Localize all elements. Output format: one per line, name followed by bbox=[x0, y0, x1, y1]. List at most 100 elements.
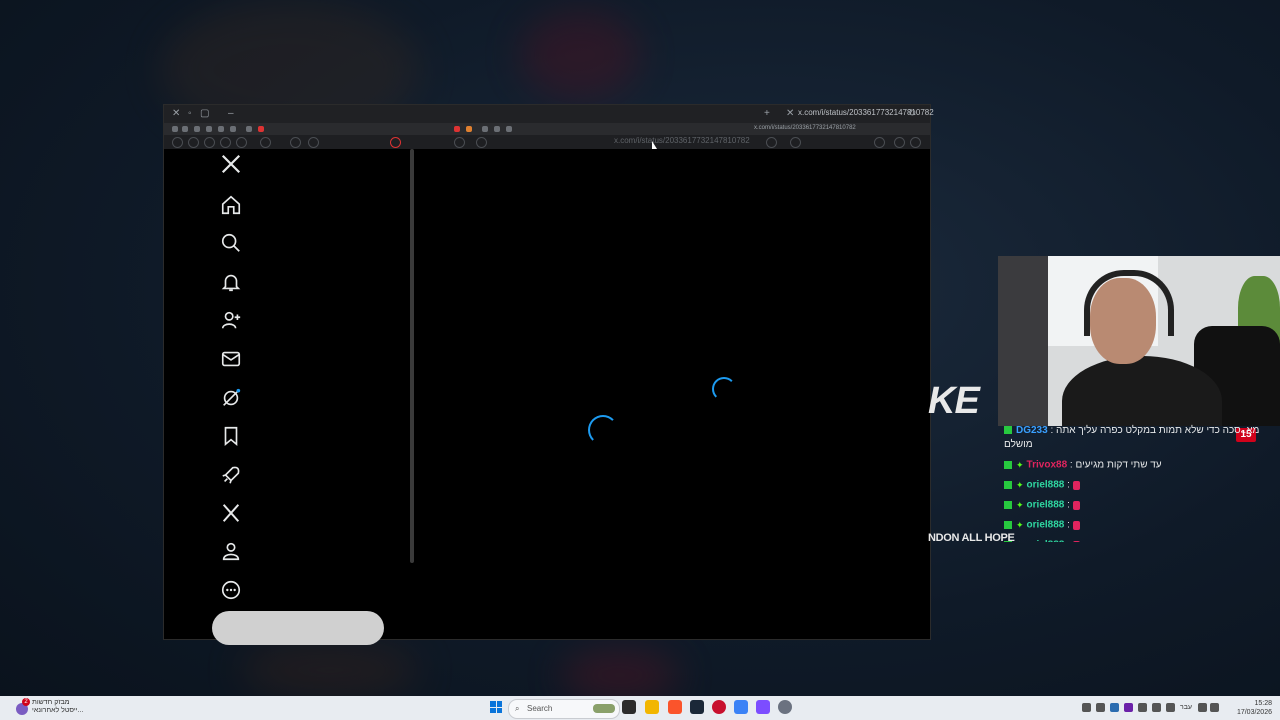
mail-icon[interactable] bbox=[220, 348, 242, 370]
dash-icon[interactable]: – bbox=[228, 107, 234, 121]
chat-username[interactable]: oriel888 bbox=[1027, 540, 1065, 542]
bookmark-icon[interactable] bbox=[454, 126, 460, 132]
kick-badge-icon bbox=[1004, 521, 1012, 529]
minimize-icon[interactable]: ◦ bbox=[188, 107, 192, 121]
app-icon[interactable] bbox=[712, 700, 726, 714]
chat-app-icon[interactable] bbox=[756, 700, 770, 714]
home-icon[interactable] bbox=[220, 194, 242, 216]
extension-icon[interactable] bbox=[204, 137, 215, 148]
chat-username[interactable]: oriel888 bbox=[1027, 480, 1065, 491]
extension-icon[interactable] bbox=[290, 137, 301, 148]
chat-text: עד שתי דקות מגיעים bbox=[1075, 459, 1162, 471]
tray-icon[interactable] bbox=[1096, 703, 1105, 712]
tray-icon[interactable] bbox=[1124, 703, 1133, 712]
volume-icon[interactable] bbox=[1210, 703, 1219, 712]
post-button[interactable] bbox=[212, 611, 384, 645]
taskview-icon[interactable] bbox=[622, 700, 636, 714]
taskbar-search[interactable]: ⌕ Search bbox=[508, 699, 620, 719]
share-icon[interactable] bbox=[766, 137, 777, 148]
bookmark-star-icon[interactable] bbox=[790, 137, 801, 148]
clock[interactable]: 15:28 17/03/2026 bbox=[1237, 699, 1272, 717]
bell-icon[interactable] bbox=[220, 271, 242, 293]
app-icon[interactable] bbox=[734, 700, 748, 714]
more-icon[interactable] bbox=[220, 579, 242, 601]
menu-icon[interactable] bbox=[172, 137, 183, 148]
speaker-icon[interactable] bbox=[1166, 703, 1175, 712]
extension-icon[interactable] bbox=[188, 137, 199, 148]
loading-spinner-icon bbox=[712, 377, 736, 401]
chat-username[interactable]: oriel888 bbox=[1027, 500, 1065, 511]
chat-message: ✦oriel888 : bbox=[1004, 538, 1280, 542]
brave-browser-icon[interactable] bbox=[668, 700, 682, 714]
chat-username[interactable]: oriel888 bbox=[1027, 520, 1065, 531]
profile-icon[interactable] bbox=[220, 540, 242, 562]
bookmark-icon[interactable] bbox=[466, 126, 472, 132]
stream-overlay-title: KE bbox=[928, 380, 980, 422]
bookmark-icon[interactable] bbox=[172, 126, 178, 132]
close-icon[interactable]: ✕ bbox=[172, 107, 180, 121]
chat-username[interactable]: DG233 bbox=[1016, 425, 1048, 436]
bookmark-icon[interactable] bbox=[482, 126, 488, 132]
network-icon[interactable] bbox=[1198, 703, 1207, 712]
bookmark-icon[interactable] bbox=[230, 126, 236, 132]
rocket-icon[interactable] bbox=[220, 464, 242, 486]
notification-count: 2 bbox=[22, 698, 30, 706]
forward-icon[interactable] bbox=[910, 137, 921, 148]
bookmark-icon[interactable] bbox=[258, 126, 264, 132]
steam-icon[interactable] bbox=[690, 700, 704, 714]
windows-start-icon[interactable] bbox=[490, 701, 502, 713]
extension-icon[interactable] bbox=[476, 137, 487, 148]
webcam-feed bbox=[998, 256, 1280, 426]
extension-icon[interactable] bbox=[236, 137, 247, 148]
window-icon[interactable]: ▢ bbox=[200, 107, 209, 121]
wallpaper-shape bbox=[240, 640, 420, 700]
news-text: מבזק חדשות ייסטל לאחרונאי... bbox=[32, 699, 83, 715]
back-icon[interactable] bbox=[894, 137, 905, 148]
emote-icon bbox=[1072, 480, 1080, 490]
mouse-cursor-icon bbox=[652, 141, 657, 149]
x-logo-icon[interactable] bbox=[220, 153, 242, 175]
chat-message: ✦ Trivox88 : עד שתי דקות מגיעים bbox=[1004, 458, 1280, 478]
microphone-icon[interactable] bbox=[1152, 703, 1161, 712]
reload-icon[interactable]: ↻ bbox=[908, 107, 916, 121]
kick-badge-icon bbox=[1004, 426, 1012, 435]
extension-icon[interactable] bbox=[454, 137, 465, 148]
tray-icon[interactable] bbox=[1138, 703, 1147, 712]
browser-toolbar: x.com/i/status/2033617732147810782 bbox=[164, 135, 930, 149]
search-label: Search bbox=[527, 704, 553, 713]
tab-close-icon[interactable]: ✕ bbox=[786, 107, 794, 121]
emote-icon bbox=[1072, 540, 1080, 542]
extension-icon[interactable] bbox=[220, 137, 231, 148]
headset-icon bbox=[1084, 270, 1174, 336]
bookmark-icon[interactable] bbox=[218, 126, 224, 132]
extension-icon[interactable] bbox=[308, 137, 319, 148]
file-explorer-icon[interactable] bbox=[645, 700, 659, 714]
brave-shield-icon[interactable] bbox=[390, 137, 401, 148]
kick-badge-icon bbox=[1004, 481, 1012, 489]
chat-separator: : bbox=[1047, 425, 1057, 436]
system-tray: עבר 15:28 17/03/2026 bbox=[1082, 696, 1272, 720]
add-user-icon[interactable] bbox=[220, 309, 242, 331]
grok-icon[interactable] bbox=[220, 387, 242, 409]
bookmark-icon[interactable] bbox=[246, 126, 252, 132]
bookmark-icon[interactable] bbox=[506, 126, 512, 132]
search-icon[interactable] bbox=[220, 232, 242, 254]
bookmark-icon[interactable] bbox=[182, 126, 188, 132]
bookmark-icon[interactable] bbox=[494, 126, 500, 132]
clock-time: 15:28 bbox=[1254, 700, 1272, 707]
star-badge-icon: ✦ bbox=[1016, 460, 1024, 470]
chevron-up-icon[interactable] bbox=[1082, 703, 1091, 712]
bookmark-icon[interactable] bbox=[206, 126, 212, 132]
language-indicator[interactable]: עבר bbox=[1180, 704, 1192, 711]
tray-icon[interactable] bbox=[1110, 703, 1119, 712]
new-tab-icon[interactable]: + bbox=[764, 107, 770, 121]
browser-window: ✕ ◦ ▢ – + ✕ x.com/i/status/2033617732147… bbox=[163, 104, 934, 645]
bookmark-icon[interactable] bbox=[220, 425, 242, 447]
x-premium-icon[interactable] bbox=[220, 502, 242, 524]
settings-icon[interactable] bbox=[778, 700, 792, 714]
address-bar[interactable]: x.com/i/status/2033617732147810782 bbox=[614, 136, 750, 145]
extension-icon[interactable] bbox=[260, 137, 271, 148]
chat-username[interactable]: Trivox88 bbox=[1027, 460, 1068, 471]
close-icon[interactable] bbox=[874, 137, 885, 148]
bookmark-icon[interactable] bbox=[194, 126, 200, 132]
